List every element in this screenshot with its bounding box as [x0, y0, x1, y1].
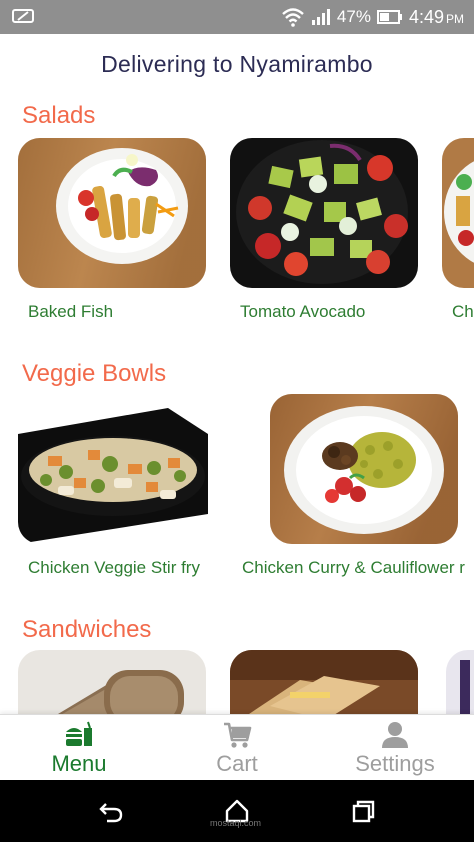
section-title: Sandwiches — [22, 616, 152, 643]
food-name: Chicken Veggie Stir fry — [28, 558, 200, 577]
tab-cart[interactable]: Cart — [158, 715, 316, 781]
tab-settings[interactable]: Settings — [316, 715, 474, 781]
food-name: Baked Fish — [28, 302, 114, 321]
food-image-tomato-avocado — [230, 138, 418, 288]
clock-time: 4:49 — [408, 6, 444, 27]
recent-apps-icon[interactable] — [350, 798, 376, 824]
food-image-stir-fry — [18, 394, 208, 544]
header: Delivering to Nyamirambo — [0, 34, 474, 94]
wifi-icon — [282, 8, 304, 27]
section-title: Veggie Bowls — [22, 360, 167, 387]
tab-label: Menu — [51, 751, 107, 776]
food-image-curry — [270, 394, 458, 544]
clock-ampm: PM — [446, 11, 464, 26]
tab-menu[interactable]: Menu — [0, 715, 158, 781]
section-sandwiches: Sandwiches — [0, 612, 474, 716]
tab-label: Cart — [216, 751, 258, 776]
food-card-chicken-curry-cauliflower[interactable]: Chicken Curry & Cauliflower r — [232, 394, 474, 584]
section-veggie-bowls: Veggie Bowls Chicken Veggie Stir fry Chi… — [0, 356, 474, 596]
page-title[interactable]: Delivering to Nyamirambo — [101, 51, 373, 78]
section-title: Salads — [22, 102, 96, 129]
food-name: Chicken Curry & Cauliflower r — [242, 558, 465, 577]
food-card-tomato-avocado[interactable]: Tomato Avocado — [230, 138, 418, 328]
status-bar: 47% 4:49 PM — [0, 0, 474, 34]
food-image-baked-fish — [18, 138, 206, 288]
battery-percent: 47% — [336, 7, 371, 26]
food-card-baked-fish[interactable]: Baked Fish — [18, 138, 206, 328]
notification-icon — [12, 9, 34, 23]
tab-label: Settings — [355, 751, 435, 776]
person-icon — [382, 722, 408, 748]
battery-icon — [376, 10, 402, 24]
food-card-sandwich-partial[interactable] — [446, 650, 474, 714]
section-salads: Salads Baked Fish Tomato Avocado Ch — [0, 100, 474, 340]
cart-icon — [224, 722, 252, 748]
bottom-tab-bar: Menu Cart Settings — [0, 714, 474, 780]
food-name: Ch — [452, 302, 474, 321]
food-image-sandwich-1 — [18, 650, 206, 716]
food-card-sandwich-2[interactable] — [230, 650, 418, 716]
burger-drink-icon — [66, 721, 92, 746]
back-icon[interactable] — [98, 798, 124, 824]
signal-icon — [311, 9, 330, 25]
watermark: mostaql.com — [210, 818, 262, 828]
food-card-partial[interactable]: Ch — [442, 138, 474, 328]
food-image-sandwich-partial — [446, 650, 474, 714]
status-right: 47% 4:49 PM — [281, 5, 464, 29]
food-card-chicken-veggie-stir-fry[interactable]: Chicken Veggie Stir fry — [18, 394, 208, 584]
food-card-sandwich-1[interactable] — [18, 650, 206, 716]
food-image-partial — [442, 138, 474, 288]
food-image-sandwich-2 — [230, 650, 418, 716]
system-nav-bar: mostaql.com — [0, 780, 474, 842]
food-name: Tomato Avocado — [240, 302, 366, 321]
